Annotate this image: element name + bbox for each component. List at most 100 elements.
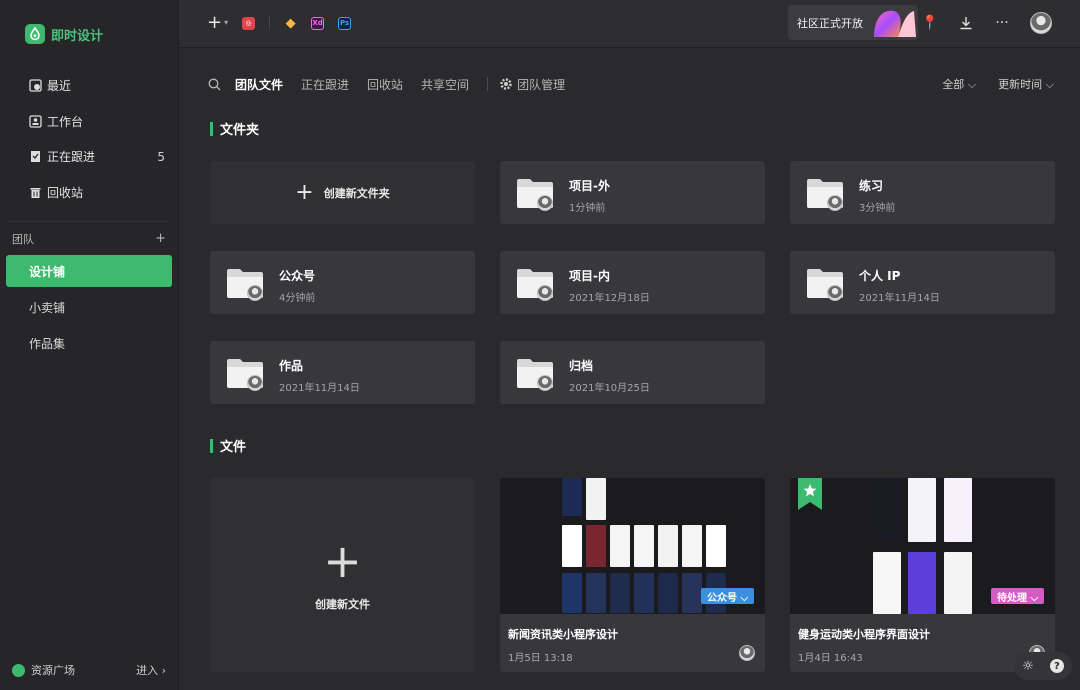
filter-dropdown[interactable]: 全部 ⌵ xyxy=(942,76,976,92)
community-promo-banner[interactable]: 社区正式开放 xyxy=(788,5,918,40)
tab-shared[interactable]: 共享空间 xyxy=(421,76,469,93)
folders-section-title: 文件夹 xyxy=(210,119,259,138)
section-accent-bar xyxy=(210,121,213,136)
folder-card[interactable]: 练习 3分钟前 xyxy=(790,161,1055,224)
sidebar-item-label: 最近 xyxy=(47,79,72,94)
folder-card[interactable]: 公众号 4分钟前 xyxy=(210,251,475,314)
file-card[interactable]: 待处理 ⌵ 健身运动类小程序界面设计 1月4日 16:43 xyxy=(790,478,1055,672)
plus-icon: + xyxy=(323,534,362,588)
more-icon[interactable]: ··· xyxy=(994,15,1010,31)
folder-name: 公众号 xyxy=(279,269,316,283)
screen-mockup xyxy=(610,525,630,567)
xd-import-icon[interactable]: Xd xyxy=(311,16,325,30)
file-tag[interactable]: 待处理 ⌵ xyxy=(991,588,1045,604)
sidebar-item-label: 正在跟进 xyxy=(47,150,96,165)
chevron-down-icon: ⌵ xyxy=(1045,78,1054,91)
owner-avatar xyxy=(247,375,263,391)
tab-team-files[interactable]: 团队文件 xyxy=(235,76,283,93)
brand-name: 即时设计 xyxy=(51,28,104,44)
star-icon[interactable] xyxy=(798,478,822,510)
top-bar: + ▾ ◎ ◆ Xd Ps 社区正式开放 📍 ··· xyxy=(179,0,1080,48)
plus-icon: + xyxy=(207,12,223,33)
chevron-down-icon: ⌵ xyxy=(967,78,977,91)
create-dropdown-button[interactable]: + ▾ xyxy=(207,14,228,32)
team-manage-button[interactable]: 团队管理 xyxy=(500,76,565,93)
sketch-import-icon[interactable]: ◆ xyxy=(284,16,297,31)
enter-link[interactable]: 进入 › xyxy=(136,662,166,678)
figma-import-icon[interactable]: ◎ xyxy=(242,16,256,30)
user-avatar[interactable] xyxy=(1030,12,1052,34)
brand-logo[interactable]: 即时设计 xyxy=(25,24,103,44)
sidebar-nav: 最近 工作台 正在跟进 5 回收站 xyxy=(0,68,179,210)
screen-mockup xyxy=(562,478,582,516)
tab-following[interactable]: 正在跟进 xyxy=(301,76,349,93)
promo-text: 社区正式开放 xyxy=(797,16,863,30)
filter-value: 全部 xyxy=(942,78,965,91)
folder-time: 1分钟前 xyxy=(569,203,606,214)
folder-card[interactable]: 个人 IP 2021年11月14日 xyxy=(790,251,1055,314)
resource-icon xyxy=(12,663,25,677)
team-list: 设计铺 小卖铺 作品集 xyxy=(6,255,172,363)
team-item-design[interactable]: 设计铺 xyxy=(6,255,172,287)
clock-icon xyxy=(28,79,42,93)
folder-name: 项目-外 xyxy=(569,179,610,193)
create-folder-button[interactable]: + 创建新文件夹 xyxy=(210,161,475,224)
folder-time: 2021年10月25日 xyxy=(569,383,650,394)
screen-mockup xyxy=(586,478,606,520)
section-title-text: 文件 xyxy=(220,440,247,455)
download-icon[interactable] xyxy=(958,15,974,31)
screen-mockup xyxy=(610,573,630,613)
help-icon[interactable]: ? xyxy=(1049,659,1064,673)
folder-card[interactable]: 作品 2021年11月14日 xyxy=(210,341,475,404)
sidebar-item-following[interactable]: 正在跟进 5 xyxy=(0,139,179,175)
screen-mockup xyxy=(944,478,972,542)
ps-import-icon[interactable]: Ps xyxy=(338,16,352,30)
owner-avatar xyxy=(247,285,263,301)
sidebar-item-recent[interactable]: 最近 xyxy=(0,68,179,104)
screen-mockup xyxy=(873,478,901,542)
theme-toggle-icon[interactable]: ☼ xyxy=(1022,659,1034,674)
screen-mockup xyxy=(944,552,972,614)
team-item-portfolio[interactable]: 作品集 xyxy=(6,327,172,359)
folder-card[interactable]: 项目-外 1分钟前 xyxy=(500,161,765,224)
screen-mockup xyxy=(562,573,582,613)
owner-avatar xyxy=(739,645,755,661)
resource-plaza-entry[interactable]: 资源广场 进入 › xyxy=(12,662,166,678)
owner-avatar xyxy=(827,285,843,301)
owner-avatar xyxy=(827,195,843,211)
team-item-shop[interactable]: 小卖铺 xyxy=(6,291,172,323)
divider xyxy=(487,77,489,91)
screen-mockup xyxy=(873,552,901,614)
sort-dropdown[interactable]: 更新时间 ⌵ xyxy=(998,76,1054,92)
following-count: 5 xyxy=(157,149,165,164)
folder-card[interactable]: 归档 2021年10月25日 xyxy=(500,341,765,404)
sort-value: 更新时间 xyxy=(998,78,1043,91)
folder-time: 2021年11月14日 xyxy=(859,293,940,304)
add-team-button[interactable]: + xyxy=(155,231,166,247)
owner-avatar xyxy=(537,285,553,301)
screen-mockup xyxy=(908,478,936,542)
folder-name: 作品 xyxy=(279,359,304,373)
screen-mockup xyxy=(634,525,654,567)
file-card[interactable]: 公众号 ⌵ 新闻资讯类小程序设计 1月5日 13:18 xyxy=(500,478,765,672)
owner-avatar xyxy=(537,195,553,211)
create-file-label: 创建新文件 xyxy=(315,598,370,611)
search-icon[interactable] xyxy=(208,78,221,91)
screen-mockup xyxy=(562,525,582,567)
follow-icon xyxy=(28,150,42,164)
create-file-button[interactable]: + 创建新文件 xyxy=(210,478,475,672)
owner-avatar xyxy=(537,375,553,391)
trash-icon xyxy=(28,185,42,199)
folder-time: 2021年12月18日 xyxy=(569,293,650,304)
folder-name: 个人 IP xyxy=(859,269,901,283)
screen-mockup xyxy=(908,552,936,614)
divider xyxy=(269,16,271,30)
location-pin-icon[interactable]: 📍 xyxy=(921,15,938,31)
screen-mockup xyxy=(658,573,678,613)
section-accent-bar xyxy=(210,438,213,453)
folder-card[interactable]: 项目-内 2021年12月18日 xyxy=(500,251,765,314)
tab-trash[interactable]: 回收站 xyxy=(367,76,403,93)
sidebar-item-workbench[interactable]: 工作台 xyxy=(0,104,179,140)
file-tag[interactable]: 公众号 ⌵ xyxy=(701,588,755,604)
sidebar-item-trash[interactable]: 回收站 xyxy=(0,175,179,211)
